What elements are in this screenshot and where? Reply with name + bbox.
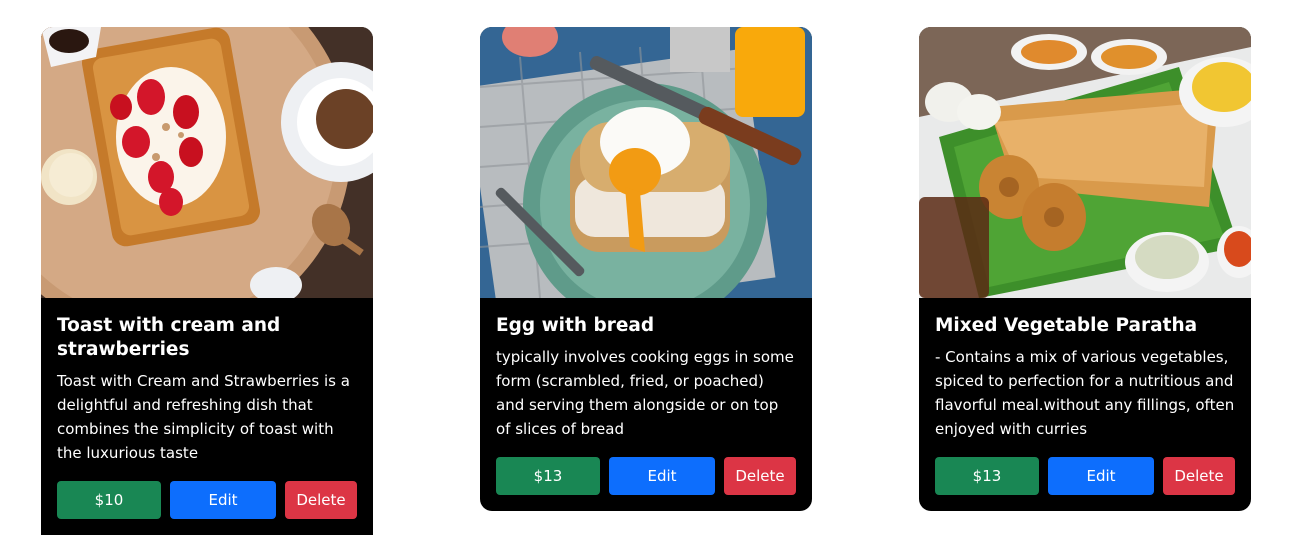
delete-button[interactable]: Delete bbox=[1163, 457, 1235, 495]
card-description: Toast with Cream and Strawberries is a d… bbox=[57, 372, 350, 462]
card-title: Mixed Vegetable Paratha bbox=[935, 315, 1198, 336]
edit-button[interactable]: Edit bbox=[1048, 457, 1154, 495]
waffle-strawberries-photo bbox=[41, 27, 373, 298]
card-title: Toast with cream and strawberries bbox=[57, 315, 281, 360]
delete-button[interactable]: Delete bbox=[724, 457, 796, 495]
food-card: Toast with cream and strawberries Toast … bbox=[41, 27, 373, 535]
delete-button[interactable]: Delete bbox=[285, 481, 357, 519]
food-card: Mixed Vegetable Paratha - Contains a mix… bbox=[919, 27, 1251, 511]
egg-toast-photo bbox=[480, 27, 812, 298]
price-button[interactable]: $13 bbox=[935, 457, 1039, 495]
card-actions: $13 Edit Delete bbox=[496, 457, 796, 495]
card-body: Toast with cream and strawberries Toast … bbox=[41, 298, 373, 535]
dosa-platter-photo bbox=[919, 27, 1251, 298]
edit-button[interactable]: Edit bbox=[609, 457, 715, 495]
card-body: Mixed Vegetable Paratha - Contains a mix… bbox=[919, 298, 1251, 511]
card-body: Egg with bread typically involves cookin… bbox=[480, 298, 812, 511]
card-description: - Contains a mix of various vegetables, … bbox=[935, 348, 1235, 438]
card-title: Egg with bread bbox=[496, 315, 655, 336]
card-description: typically involves cooking eggs in some … bbox=[496, 348, 794, 438]
price-button[interactable]: $13 bbox=[496, 457, 600, 495]
card-actions: $10 Edit Delete bbox=[57, 481, 357, 519]
price-button[interactable]: $10 bbox=[57, 481, 161, 519]
edit-button[interactable]: Edit bbox=[170, 481, 276, 519]
food-card: Egg with bread typically involves cookin… bbox=[480, 27, 812, 511]
card-actions: $13 Edit Delete bbox=[935, 457, 1235, 495]
